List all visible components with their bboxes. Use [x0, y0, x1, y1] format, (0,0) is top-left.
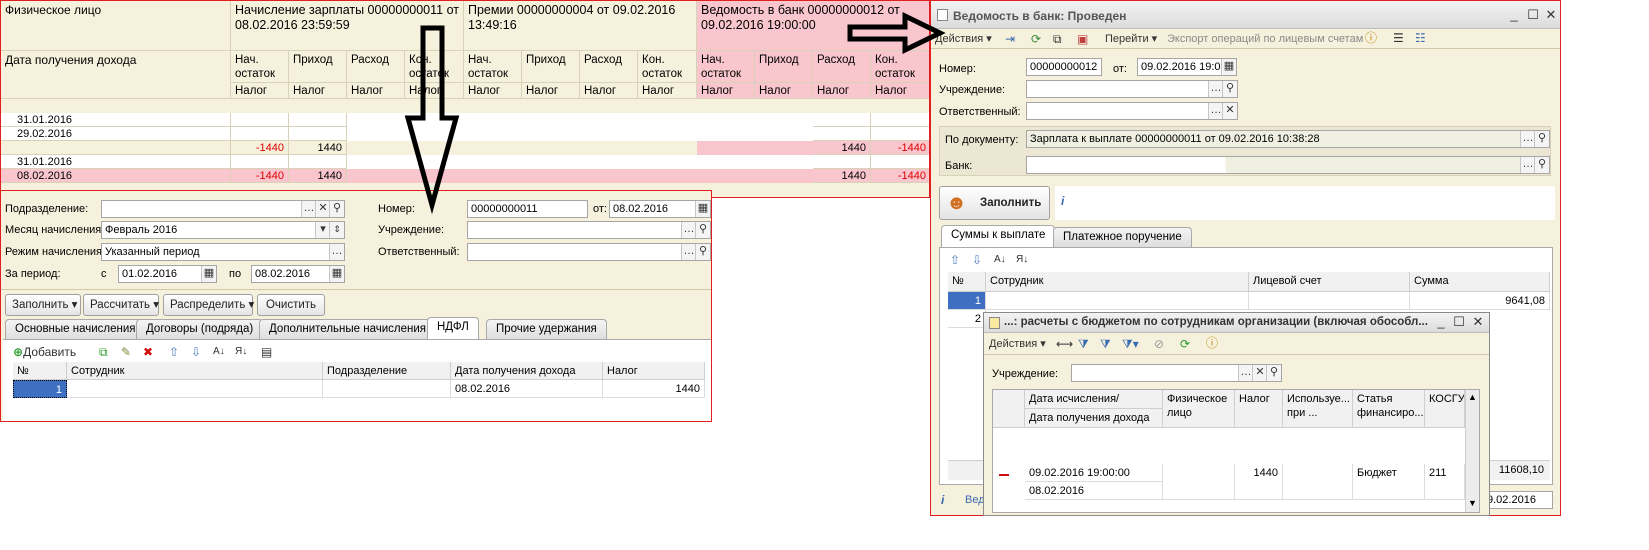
annotation-arrows: [404, 12, 946, 215]
down-arrow-annotation: [404, 25, 460, 215]
right-arrow-annotation: [847, 12, 946, 54]
